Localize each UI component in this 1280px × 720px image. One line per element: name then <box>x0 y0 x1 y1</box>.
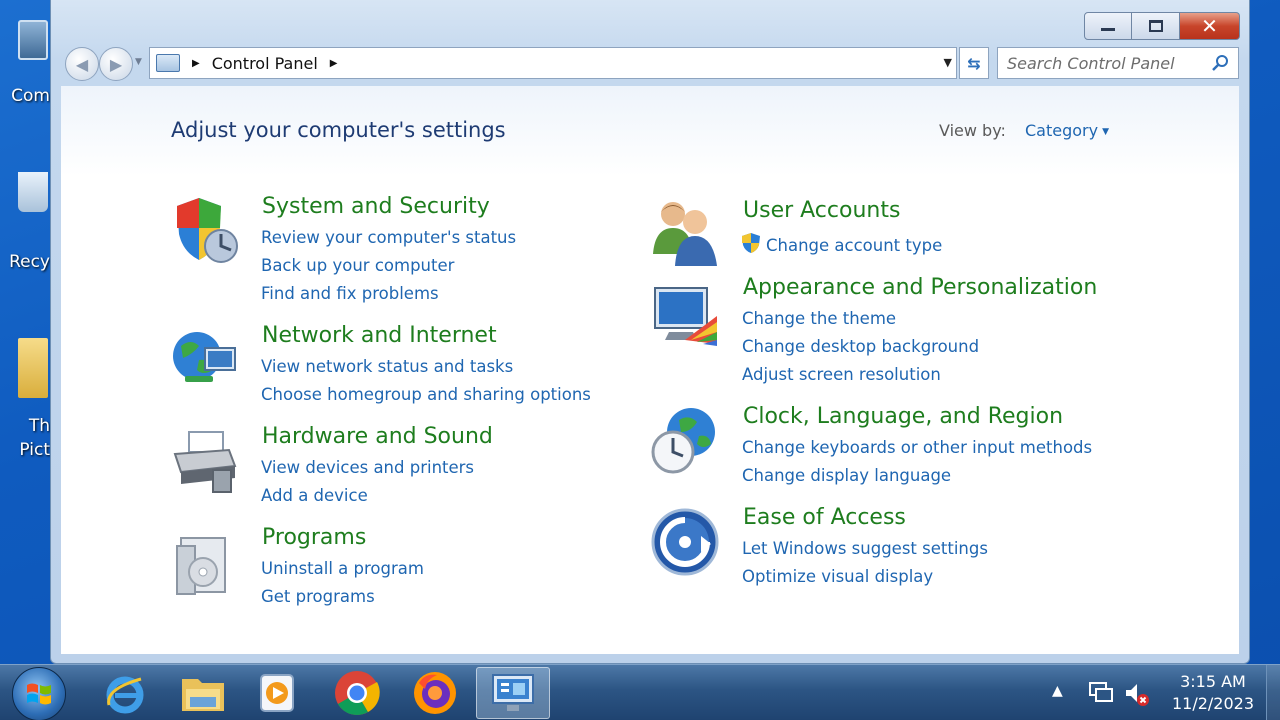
taskbar-internet-explorer[interactable] <box>88 667 162 719</box>
link-change-keyboards[interactable]: Change keyboards or other input methods <box>742 438 1092 457</box>
clock-time: 3:15 AM <box>1180 672 1246 691</box>
forward-button[interactable]: ▶ <box>99 47 133 81</box>
page-title: Adjust your computer's settings <box>171 118 506 142</box>
link-change-desktop-background[interactable]: Change desktop background <box>742 337 979 356</box>
folder-icon <box>18 338 48 398</box>
media-player-icon <box>260 674 294 712</box>
taskbar-chrome[interactable] <box>320 667 394 719</box>
breadcrumb-control-panel[interactable]: Control Panel <box>212 54 318 73</box>
link-add-device[interactable]: Add a device <box>261 486 368 505</box>
window-controls: ✕ <box>1084 12 1240 40</box>
link-change-theme[interactable]: Change the theme <box>742 309 896 328</box>
chrome-icon <box>335 671 380 715</box>
link-adjust-screen-resolution[interactable]: Adjust screen resolution <box>742 365 941 384</box>
link-homegroup-sharing[interactable]: Choose homegroup and sharing options <box>261 385 591 404</box>
arrow-left-icon: ◀ <box>75 54 89 74</box>
link-review-status[interactable]: Review your computer's status <box>261 228 516 247</box>
desktop-icon-label: Pict <box>19 440 50 460</box>
desktop-icon-recycle-bin[interactable]: Recy <box>0 172 52 272</box>
link-let-windows-suggest[interactable]: Let Windows suggest settings <box>742 539 988 558</box>
internet-explorer-icon <box>106 676 144 714</box>
category-system-and-security[interactable]: System and Security <box>262 194 490 219</box>
minimize-button[interactable] <box>1084 12 1132 40</box>
control-panel-window: ✕ ◀ ▶ ▼ ▶ Control Panel ▶ ▼ ⇆ Adjust you… <box>50 0 1250 664</box>
caret-down-icon: ▼ <box>1102 126 1110 137</box>
uac-shield-icon <box>742 233 760 253</box>
refresh-icon: ⇆ <box>967 53 981 73</box>
link-change-account-type[interactable]: Change account type <box>766 236 942 255</box>
show-desktop-button[interactable] <box>1266 665 1280 720</box>
link-get-programs[interactable]: Get programs <box>261 587 375 606</box>
clock-globe-icon[interactable] <box>649 404 721 476</box>
refresh-button[interactable]: ⇆ <box>959 47 989 79</box>
system-clock[interactable]: 3:15 AM 11/2/2023 <box>1172 671 1254 715</box>
link-change-display-language[interactable]: Change display language <box>742 466 951 485</box>
view-by-label: View by: <box>939 121 1006 140</box>
category-appearance-and-personalization[interactable]: Appearance and Personalization <box>743 275 1097 300</box>
view-by-value: Category <box>1025 121 1099 140</box>
printer-icon[interactable] <box>169 426 241 498</box>
windows-logo-icon <box>27 683 51 705</box>
taskbar-control-panel[interactable] <box>476 667 550 719</box>
desktop-icon-folder[interactable]: Th Pict <box>0 338 52 468</box>
network-globe-icon[interactable] <box>169 324 241 396</box>
view-by-dropdown[interactable]: Category ▼ <box>1025 121 1109 140</box>
firefox-icon <box>414 672 456 714</box>
close-icon: ✕ <box>1201 14 1218 38</box>
desktop-icon-label: Com <box>11 86 50 106</box>
category-ease-of-access[interactable]: Ease of Access <box>743 505 906 530</box>
maximize-button[interactable] <box>1132 12 1180 40</box>
link-optimize-visual-display[interactable]: Optimize visual display <box>742 567 933 586</box>
computer-icon <box>18 20 48 60</box>
control-panel-icon <box>492 674 534 711</box>
breadcrumb-separator-icon[interactable]: ▶ <box>330 58 338 69</box>
close-button[interactable]: ✕ <box>1180 12 1240 40</box>
link-find-fix-problems[interactable]: Find and fix problems <box>261 284 439 303</box>
minimize-icon <box>1101 27 1115 31</box>
maximize-icon <box>1148 20 1163 32</box>
appearance-monitor-icon[interactable] <box>649 282 721 354</box>
recycle-bin-icon <box>18 172 48 212</box>
category-network-and-internet[interactable]: Network and Internet <box>262 323 497 348</box>
desktop-icon-label: Recy <box>9 252 50 272</box>
user-accounts-icon[interactable] <box>649 196 721 268</box>
taskbar-firefox[interactable] <box>398 667 472 719</box>
volume-muted-icon[interactable] <box>1124 681 1150 707</box>
arrow-right-icon: ▶ <box>109 54 123 74</box>
recent-pages-dropdown[interactable]: ▼ <box>135 57 142 67</box>
category-clock-language-region[interactable]: Clock, Language, and Region <box>743 404 1063 429</box>
search-input[interactable] <box>1007 53 1207 73</box>
taskbar-file-explorer[interactable] <box>166 667 240 719</box>
address-dropdown-icon[interactable]: ▼ <box>944 56 952 69</box>
link-uninstall-program[interactable]: Uninstall a program <box>261 559 424 578</box>
show-hidden-icons-button[interactable]: ▲ <box>1052 683 1063 699</box>
ease-of-access-icon[interactable] <box>649 506 721 578</box>
search-icon[interactable] <box>1211 54 1229 72</box>
breadcrumb-separator-icon[interactable]: ▶ <box>192 58 200 69</box>
file-explorer-icon <box>182 679 224 711</box>
desktop-icon-computer[interactable]: Com <box>0 20 52 110</box>
clock-date: 11/2/2023 <box>1171 694 1254 713</box>
category-hardware-and-sound[interactable]: Hardware and Sound <box>262 424 493 449</box>
network-icon[interactable] <box>1088 681 1114 705</box>
category-user-accounts[interactable]: User Accounts <box>743 198 900 223</box>
search-box[interactable] <box>997 47 1239 79</box>
back-button[interactable]: ◀ <box>65 47 99 81</box>
link-network-status[interactable]: View network status and tasks <box>261 357 513 376</box>
link-back-up[interactable]: Back up your computer <box>261 256 454 275</box>
taskbar: ▲ 3:15 AM 11/2/2023 <box>0 664 1280 720</box>
programs-icon[interactable] <box>169 528 241 600</box>
category-programs[interactable]: Programs <box>262 525 366 550</box>
system-security-shield-icon[interactable] <box>169 194 241 266</box>
content-pane: Adjust your computer's settings View by:… <box>61 86 1239 654</box>
address-bar[interactable]: ▶ Control Panel ▶ ▼ <box>149 47 957 79</box>
control-panel-icon <box>156 54 180 72</box>
navigation-bar: ◀ ▶ ▼ ▶ Control Panel ▶ ▼ ⇆ <box>63 45 1239 81</box>
taskbar-media-player[interactable] <box>240 667 314 719</box>
start-button[interactable] <box>12 667 66 720</box>
link-devices-printers[interactable]: View devices and printers <box>261 458 474 477</box>
desktop-icon-label: Th <box>28 416 50 436</box>
